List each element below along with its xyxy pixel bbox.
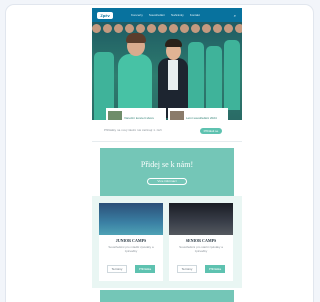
camp-photo — [169, 203, 233, 235]
teaser-card[interactable]: Letní soustředění 2024 — [168, 108, 228, 120]
singer-figure — [118, 54, 152, 114]
camps-section: JUNIOR CAMPS Soustředění pro mladší zpěv… — [92, 196, 242, 288]
choir-background — [92, 24, 242, 40]
teaser-card[interactable]: Vánoční koncert sboru — [106, 108, 166, 120]
camp-photo — [99, 203, 163, 235]
nav-link[interactable]: Kontakt — [190, 13, 200, 17]
camp-description: Soustředění pro mladší zpěváky a zpěvačk… — [108, 245, 154, 253]
nav-link[interactable]: Soustředění — [149, 13, 165, 17]
apply-button[interactable]: Přihláška — [135, 265, 155, 273]
camp-card: JUNIOR CAMPS Soustředění pro mladší zpěv… — [99, 203, 163, 281]
camp-card: SENIOR CAMPS Soustředění pro starší zpěv… — [169, 203, 233, 281]
search-icon[interactable]: ⌕ — [234, 13, 236, 18]
hero-image: Vánoční koncert sboru Letní soustředění … — [92, 22, 242, 120]
dates-button[interactable]: Termíny — [107, 265, 127, 273]
banner-title: Přidej se k nám! — [140, 160, 194, 169]
teaser-thumbnail — [170, 111, 184, 120]
website-preview: Zpěv Koncerty Soustředění Nahrávky Konta… — [92, 8, 242, 302]
info-strip: Přihlášky na nový školní rok začínají 1.… — [92, 120, 242, 142]
teaser-thumbnail — [108, 111, 122, 120]
footer-banner — [100, 290, 234, 302]
more-info-button[interactable]: Více informací — [147, 178, 187, 185]
top-navigation: Zpěv Koncerty Soustředění Nahrávky Konta… — [92, 8, 242, 22]
apply-button[interactable]: Přihláška — [205, 265, 225, 273]
info-text: Přihlášky na nový školní rok začínají 1.… — [104, 128, 162, 132]
signup-button[interactable]: Přihlásit se — [200, 128, 222, 134]
site-logo[interactable]: Zpěv — [97, 11, 113, 19]
camp-title: JUNIOR CAMPS — [115, 238, 147, 243]
nav-links: Koncerty Soustředění Nahrávky Kontakt — [131, 13, 200, 17]
teaser-boxes: Vánoční koncert sboru Letní soustředění … — [106, 108, 228, 120]
dates-button[interactable]: Termíny — [177, 265, 197, 273]
join-us-banner: Přidej se k nám! Více informací — [100, 148, 234, 196]
nav-link[interactable]: Koncerty — [131, 13, 143, 17]
camp-title: SENIOR CAMPS — [185, 238, 217, 243]
camp-description: Soustředění pro starší zpěváky a zpěvačk… — [179, 245, 223, 253]
nav-link[interactable]: Nahrávky — [171, 13, 184, 17]
